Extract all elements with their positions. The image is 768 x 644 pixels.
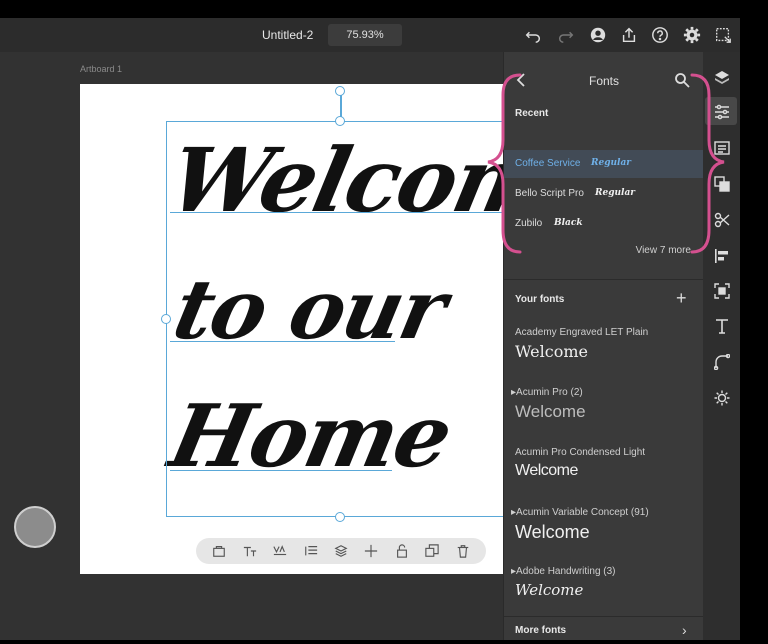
- text-size-icon[interactable]: [241, 542, 259, 560]
- resize-handle-bottom[interactable]: [335, 512, 345, 522]
- font-sample: Welcome: [515, 402, 586, 421]
- recent-heading: Recent: [515, 108, 549, 119]
- font-sample: Welcome: [515, 342, 588, 361]
- font-name: Academy Engraved LET Plain: [515, 327, 649, 338]
- settings-icon[interactable]: [681, 24, 703, 46]
- fonts-panel: Fonts Recent Coffee Service Regular Bell…: [503, 52, 704, 640]
- component-icon[interactable]: [210, 542, 228, 560]
- redo-icon[interactable]: [555, 24, 577, 46]
- font-sample: Welcome: [515, 462, 578, 479]
- font-sample: Welcome: [515, 522, 590, 542]
- recent-font-item[interactable]: Bello Script Pro Regular: [504, 180, 704, 208]
- properties-icon[interactable]: [712, 102, 732, 122]
- share-icon[interactable]: [618, 24, 640, 46]
- lock-icon[interactable]: [393, 542, 411, 560]
- top-bar: Untitled-2 75.93%: [0, 18, 740, 52]
- kerning-icon[interactable]: [271, 542, 289, 560]
- text-frame-icon[interactable]: [712, 138, 732, 158]
- transform-icon[interactable]: [712, 352, 732, 372]
- swap-icon[interactable]: [712, 174, 732, 194]
- layers-icon[interactable]: [712, 68, 732, 88]
- zoom-level[interactable]: 75.93%: [328, 24, 402, 46]
- floating-action-button[interactable]: [14, 506, 56, 548]
- delete-icon[interactable]: [454, 542, 472, 560]
- duplicate-icon[interactable]: [423, 542, 441, 560]
- view-more-link[interactable]: View 7 more: [636, 245, 691, 256]
- account-icon[interactable]: [587, 24, 609, 46]
- recent-font-item[interactable]: Zubilo Black: [504, 210, 704, 238]
- chevron-right-icon: ›: [682, 622, 687, 638]
- focus-icon[interactable]: [712, 281, 732, 301]
- font-family-item[interactable]: ▸Acumin Pro (2) Welcome: [511, 387, 696, 422]
- font-style: Regular: [591, 158, 632, 168]
- font-name: Coffee Service: [515, 158, 581, 169]
- type-icon[interactable]: [712, 316, 732, 336]
- artboard-export-icon[interactable]: [712, 24, 734, 46]
- font-list-item[interactable]: Acumin Pro Condensed Light Welcome: [515, 447, 700, 480]
- font-name: Acumin Pro Condensed Light: [515, 447, 646, 458]
- font-name: Zubilo: [515, 218, 543, 229]
- divider: [504, 279, 704, 280]
- list-icon[interactable]: [302, 542, 320, 560]
- app-window: Untitled-2 75.93% Artboard 1 Welcome to …: [0, 18, 740, 640]
- right-rail: [703, 52, 740, 640]
- search-icon[interactable]: [674, 72, 690, 88]
- font-name: ▸Acumin Pro (2): [511, 387, 583, 398]
- resize-handle-left[interactable]: [161, 314, 171, 324]
- document-title[interactable]: Untitled-2: [262, 28, 313, 42]
- add-font-icon[interactable]: +: [676, 288, 687, 309]
- sun-icon[interactable]: [712, 388, 732, 408]
- font-sample: Welcome: [515, 581, 584, 599]
- more-fonts-button[interactable]: More fonts ›: [504, 622, 704, 640]
- scissors-icon[interactable]: [712, 210, 732, 230]
- align-icon[interactable]: [712, 246, 732, 266]
- font-name: ▸Adobe Handwriting (3): [511, 566, 616, 577]
- font-family-item[interactable]: ▸Adobe Handwriting (3) Welcome: [511, 566, 696, 599]
- artboard-label[interactable]: Artboard 1: [80, 64, 122, 74]
- undo-icon[interactable]: [522, 24, 544, 46]
- move-icon[interactable]: [362, 542, 380, 560]
- font-name: ▸Acumin Variable Concept (91): [511, 507, 649, 518]
- more-fonts-label: More fonts: [515, 625, 567, 636]
- font-list-item[interactable]: Academy Engraved LET Plain Welcome: [515, 327, 700, 361]
- resize-handle-top[interactable]: [335, 116, 345, 126]
- font-family-item[interactable]: ▸Acumin Variable Concept (91) Welcome: [511, 507, 696, 543]
- recent-font-item[interactable]: Coffee Service Regular: [504, 150, 704, 178]
- help-icon[interactable]: [649, 24, 671, 46]
- your-fonts-heading: Your fonts: [515, 294, 565, 305]
- divider: [504, 616, 704, 617]
- canvas-toolbar: [196, 538, 486, 564]
- rotate-handle[interactable]: [335, 86, 345, 96]
- layers-stack-icon[interactable]: [332, 542, 350, 560]
- font-name: Bello Script Pro: [515, 188, 584, 199]
- font-style: Regular: [595, 188, 636, 198]
- font-style: Black: [554, 218, 583, 228]
- selection-box[interactable]: [166, 121, 506, 517]
